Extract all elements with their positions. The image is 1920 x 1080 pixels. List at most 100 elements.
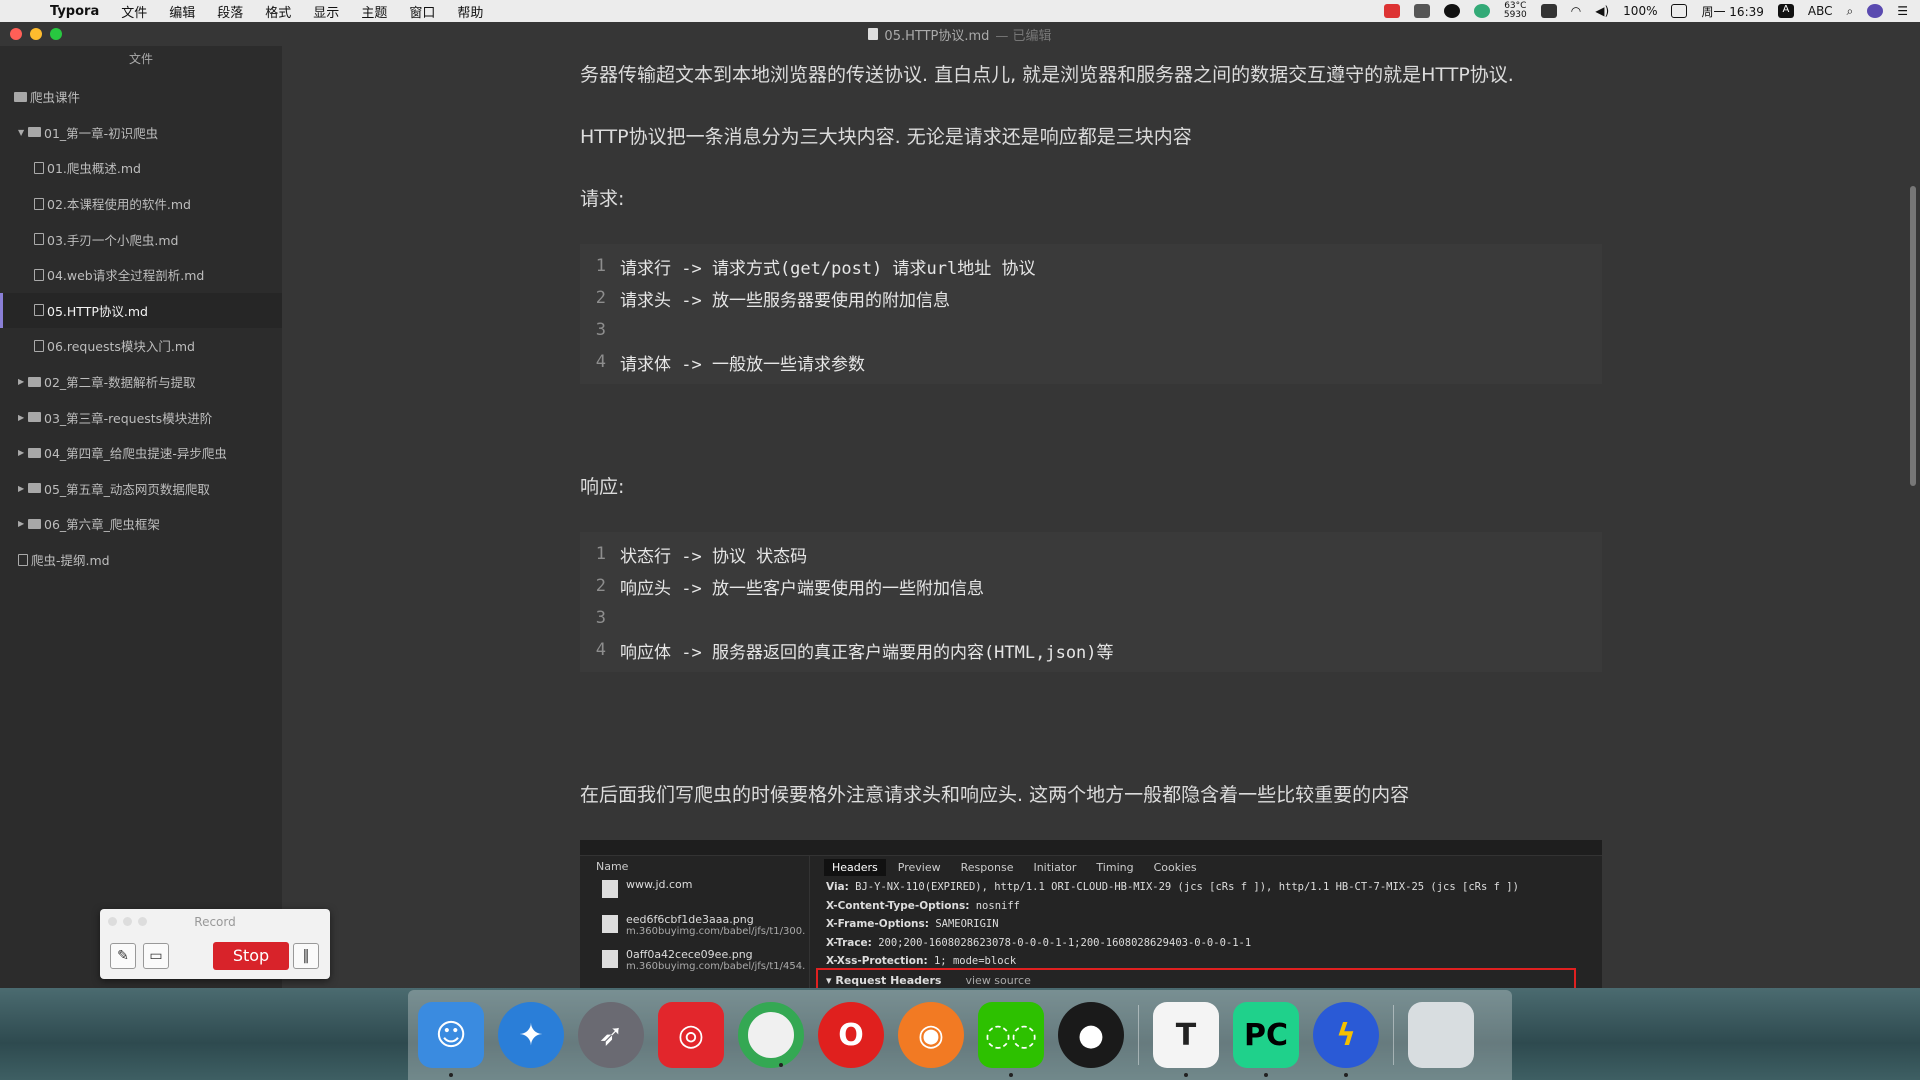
devtools-tabs: Headers Preview Response Initiator Timin… (816, 856, 1602, 878)
volume-icon[interactable]: ◀) (1595, 4, 1609, 18)
request-item: www.jd.com (580, 878, 809, 913)
sidebar-folder[interactable]: ▶ 03_第三章-requests模块进阶 (0, 399, 282, 435)
sidebar-folder[interactable]: ▶ 06_第六章_爬虫框架 (0, 506, 282, 542)
menu-app-name[interactable]: Typora (50, 4, 99, 19)
maximize-window-button[interactable] (50, 28, 62, 40)
menu-format[interactable]: 格式 (265, 2, 291, 21)
sidebar-item-label: 06.requests模块入门.md (47, 339, 195, 355)
name-column-header: Name (596, 860, 629, 873)
file-icon (34, 233, 44, 246)
menu-paragraph[interactable]: 段落 (217, 2, 243, 21)
chevron-down-icon[interactable]: ▼ (18, 128, 28, 137)
editor-pane[interactable]: 务器传输超文本到本地浏览器的传送协议. 直白点儿, 就是浏览器和服务器之间的数据… (282, 46, 1920, 988)
minimize-window-button[interactable] (30, 28, 42, 40)
sidebar-file[interactable]: 03.手刃一个小爬虫.md (0, 221, 282, 257)
chrome-icon[interactable] (738, 1002, 804, 1068)
sidebar-file[interactable]: 05.HTTP协议.md (0, 292, 282, 329)
paragraph-headers-note[interactable]: 在后面我们写爬虫的时候要格外注意请求头和响应头. 这两个地方一般都隐含着一些比较… (580, 780, 1409, 807)
code-text[interactable]: 请求头 -> 放一些服务器要使用的附加信息 (620, 286, 950, 311)
file-icon (18, 553, 28, 566)
chevron-right-icon[interactable]: ▶ (18, 413, 28, 422)
memory-icon[interactable] (1540, 4, 1557, 18)
cpu-stats[interactable]: 63°C 5930 (1504, 2, 1527, 20)
stop-recording-button[interactable]: Stop (213, 942, 289, 970)
line-number: 2 (595, 288, 606, 308)
folder-icon (28, 412, 41, 423)
sidebar-folder[interactable]: 爬虫课件 (0, 79, 282, 115)
menu-help[interactable]: 帮助 (457, 2, 483, 21)
notification-center-icon[interactable]: ☰ (1897, 4, 1908, 18)
chevron-right-icon[interactable]: ▶ (18, 377, 28, 386)
annotate-pen-icon[interactable]: ✎ (110, 943, 136, 969)
code-text[interactable]: 请求体 -> 一般放一些请求参数 (620, 350, 865, 375)
folder-icon (28, 376, 41, 387)
code-text[interactable]: 响应体 -> 服务器返回的真正客户端要用的内容(HTML,json)等 (620, 638, 1114, 663)
battery-percent[interactable]: 100% (1623, 4, 1657, 18)
code-line: 3 (580, 602, 1602, 634)
typora-icon[interactable]: T (1153, 1002, 1219, 1077)
network-request-list: Name www.jd.com eed6f6cbf1de3aaa.png m.36… (580, 856, 810, 988)
siri-icon[interactable] (1867, 4, 1884, 18)
paragraph-three-parts[interactable]: HTTP协议把一条消息分为三大块内容. 无论是请求还是响应都是三块内容 (580, 122, 1192, 149)
chevron-right-icon[interactable]: ▶ (18, 484, 28, 493)
menu-window[interactable]: 窗口 (409, 2, 435, 21)
record-minimize-button[interactable] (123, 917, 132, 926)
editor-scrollbar[interactable] (1910, 186, 1916, 486)
menu-theme[interactable]: 主题 (361, 2, 387, 21)
sidebar-folder[interactable]: ▶ 05_第五章_动态网页数据爬取 (0, 471, 282, 507)
folder-icon (28, 447, 41, 458)
spotlight-icon[interactable]: ⌕ (1847, 4, 1854, 19)
request-heading[interactable]: 请求: (580, 184, 624, 211)
paragraph-http-definition[interactable]: 务器传输超文本到本地浏览器的传送协议. 直白点儿, 就是浏览器和服务器之间的数据… (580, 60, 1514, 87)
menu-file[interactable]: 文件 (121, 2, 147, 21)
safari-icon[interactable]: ✦ (498, 1002, 564, 1068)
pycharm-icon[interactable]: PC (1233, 1002, 1299, 1077)
sidebar-file[interactable]: 04.web请求全过程剖析.md (0, 257, 282, 293)
menu-view[interactable]: 显示 (313, 2, 339, 21)
qq-icon[interactable]: ● (1058, 1002, 1124, 1068)
screen-record-widget: Record ✎ ▭ Stop ‖ (100, 909, 330, 979)
sidebar-folder[interactable]: ▶ 04_第四章_给爬虫提速-异步爬虫 (0, 435, 282, 471)
sidebar-file[interactable]: 01.爬虫概述.md (0, 150, 282, 186)
chevron-right-icon[interactable]: ▶ (18, 448, 28, 457)
close-window-button[interactable] (10, 28, 22, 40)
sidebar-file[interactable]: 06.requests模块入门.md (0, 328, 282, 364)
color-wheel-icon[interactable] (1473, 4, 1490, 18)
record-close-button[interactable] (108, 917, 117, 926)
battery-icon[interactable] (1671, 4, 1688, 18)
bolt-status-icon[interactable] (1443, 4, 1460, 18)
sidebar-file[interactable]: 爬虫-提纲.md (0, 542, 282, 578)
finder-icon[interactable]: ☺ (418, 1002, 484, 1077)
chevron-right-icon[interactable]: ▶ (18, 519, 28, 528)
sidebar-file[interactable]: 02.本课程使用的软件.md (0, 186, 282, 222)
launchpad-icon[interactable]: ➶ (578, 1002, 644, 1068)
record-zoom-button[interactable] (138, 917, 147, 926)
sidebar-folder[interactable]: ▶ 02_第二章-数据解析与提取 (0, 364, 282, 400)
response-code-block[interactable]: 1 状态行 -> 协议 状态码 2 响应头 -> 放一些客户端要使用的一些附加信息 … (580, 532, 1602, 672)
firefox-icon[interactable]: ◉ (898, 1002, 964, 1068)
area-select-icon[interactable]: ▭ (143, 943, 169, 969)
trash-icon[interactable] (1408, 1002, 1474, 1068)
code-text[interactable]: 响应头 -> 放一些客户端要使用的一些附加信息 (620, 574, 984, 599)
netease-music-icon[interactable]: ◎ (658, 1002, 724, 1068)
wechat-icon[interactable]: ◌◌ (978, 1002, 1044, 1077)
input-source-label[interactable]: ABC (1808, 4, 1833, 18)
response-heading[interactable]: 响应: (580, 472, 624, 499)
menu-edit[interactable]: 编辑 (169, 2, 195, 21)
file-icon (34, 339, 44, 352)
clock[interactable]: 周一 16:39 (1701, 3, 1763, 20)
pause-recording-button[interactable]: ‖ (293, 943, 319, 969)
code-text[interactable]: 请求行 -> 请求方式(get/post) 请求url地址 协议 (620, 254, 1035, 279)
opera-icon[interactable]: O (818, 1002, 884, 1068)
sidebar-title: 文件 (128, 52, 153, 66)
sidebar-folder[interactable]: ▼ 01_第一章-初识爬虫 (0, 115, 282, 151)
record-status-icon[interactable] (1383, 4, 1400, 18)
input-source-icon[interactable]: A (1777, 4, 1794, 18)
code-text[interactable]: 状态行 -> 协议 状态码 (620, 542, 807, 567)
thunder-icon[interactable]: ϟ (1313, 1002, 1379, 1077)
request-code-block[interactable]: 1 请求行 -> 请求方式(get/post) 请求url地址 协议 2 请求头 -… (580, 244, 1602, 384)
wechat-status-icon[interactable] (1413, 4, 1430, 18)
wifi-icon[interactable]: ◠ (1571, 4, 1581, 18)
request-url: m.360buyimg.com/babel/jfs/t1/300. (626, 926, 806, 937)
menu-bar: Typora 文件 编辑 段落 格式 显示 主题 窗口 帮助 63°C 5930 … (0, 0, 1920, 22)
